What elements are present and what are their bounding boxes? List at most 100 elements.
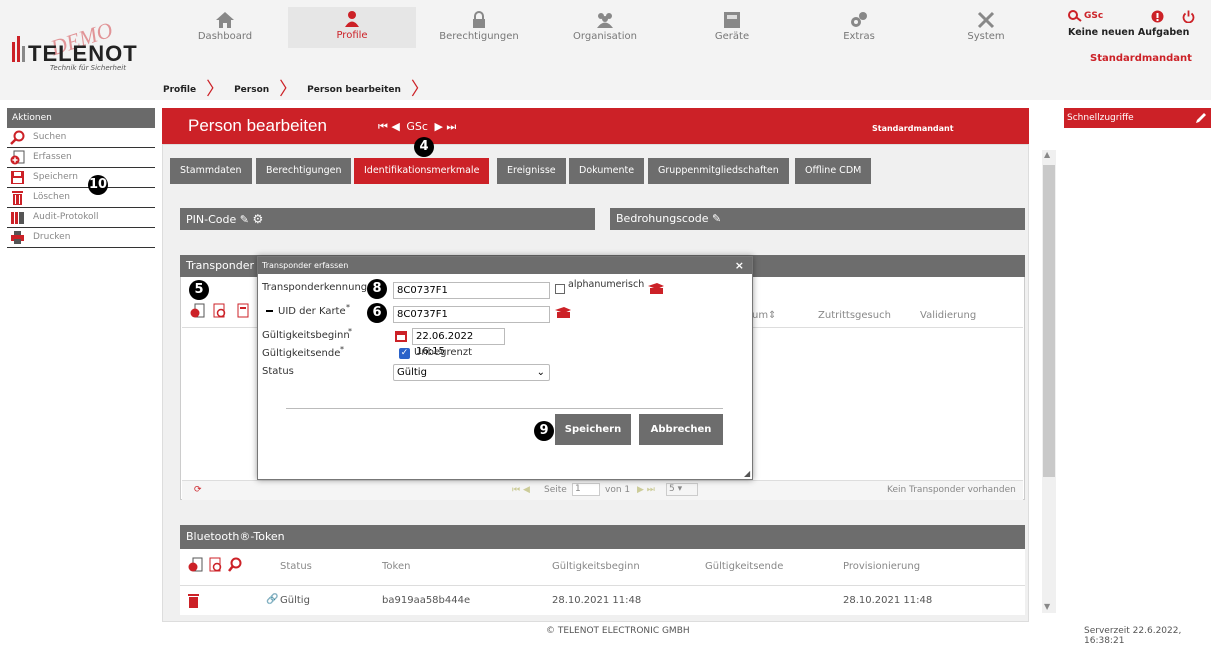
breadcrumb-person[interactable]: Person	[234, 85, 269, 95]
scroll-up-icon[interactable]: ▲	[1044, 150, 1050, 159]
power-icon[interactable]	[1182, 10, 1195, 23]
actions-sidebar: Aktionen Suchen Erfassen Speichern Lösch…	[7, 108, 155, 248]
save-button[interactable]: Speichern	[555, 414, 631, 445]
unlimited-checkbox[interactable]: ✓	[399, 348, 410, 359]
details-icon[interactable]	[237, 303, 249, 318]
collapse-icon[interactable]	[266, 310, 273, 312]
card-reader-icon[interactable]	[647, 282, 665, 295]
user-keys-icon[interactable]	[1068, 10, 1082, 22]
last-record-icon[interactable]: ⏭	[446, 120, 456, 133]
close-icon[interactable]: ×	[735, 257, 744, 274]
empty-message: Kein Transponder vorhanden	[887, 485, 1016, 495]
column-header[interactable]: Status	[280, 561, 312, 572]
nav-extras[interactable]: Extras	[795, 8, 923, 48]
column-header[interactable]: Provisionierung	[843, 561, 920, 572]
search-list-icon[interactable]	[209, 557, 222, 572]
token-id: ba919aa58b444e	[382, 595, 471, 606]
nav-system[interactable]: System	[922, 8, 1050, 48]
nav-profile[interactable]: Profile	[288, 7, 416, 48]
start-date-input[interactable]: 22.06.2022 16:15	[412, 328, 505, 357]
alert-icon[interactable]	[1151, 10, 1164, 23]
tab-gruppenmitgliedschaften[interactable]: Gruppenmitgliedschaften	[648, 158, 789, 184]
nav-label: Extras	[843, 31, 875, 42]
nav-dashboard[interactable]: Dashboard	[161, 8, 289, 48]
calendar-icon[interactable]	[394, 329, 408, 343]
table-row[interactable]: 🔗 Gültig ba919aa58b444e 28.10.2021 11:48…	[180, 585, 1025, 615]
column-header[interactable]: Token	[382, 561, 410, 572]
gear-icon[interactable]: ⚙	[252, 212, 263, 226]
marker-5: 5	[189, 280, 209, 300]
next-page-icon[interactable]: ▶ ⏭	[637, 485, 655, 495]
start-label: Gültigkeitsbeginn	[262, 330, 350, 341]
page-header: Person bearbeiten ⏮ ◀ GSc ▶ ⏭ Standardma…	[162, 108, 1029, 144]
divider	[286, 408, 723, 409]
sidebar-item-search[interactable]: Suchen	[7, 128, 155, 148]
column-header[interactable]: Zutrittsgesuch	[818, 310, 891, 321]
nav-devices[interactable]: Geräte	[668, 8, 796, 48]
transponder-pager: ⟳ ⏮ ◀ Seite 1 von 1 ▶ ⏭ 5 ▾ Kein Transpo…	[182, 480, 1023, 500]
breadcrumb-profile[interactable]: Profile	[163, 85, 196, 95]
user-area: GSc Keine neuen Aufgaben	[1068, 10, 1208, 50]
first-record-icon[interactable]: ⏮	[378, 120, 388, 133]
resize-handle-icon[interactable]: ◢	[744, 469, 750, 478]
sidebar-item-save[interactable]: Speichern	[7, 168, 155, 188]
bluetooth-toolbar	[188, 557, 242, 572]
sidebar-item-label: Löschen	[33, 192, 70, 202]
sidebar-item-create[interactable]: Erfassen	[7, 148, 155, 168]
refresh-icon[interactable]: ⟳	[194, 485, 202, 495]
page-size-select[interactable]: 5 ▾	[666, 483, 698, 496]
telenot-logo[interactable]: DEMO TELENOT Technik für Sicherheit	[10, 17, 150, 74]
dialog-title: Transponder erfassen	[262, 261, 349, 270]
transponder-input[interactable]: 8C0737F1	[393, 282, 550, 299]
column-header[interactable]: Gültigkeitsende	[705, 561, 783, 572]
card-reader-icon[interactable]	[554, 306, 572, 319]
scrollbar-thumb[interactable]	[1043, 165, 1055, 477]
tab-identifikationsmerkmale[interactable]: Identifikationsmerkmale	[354, 158, 490, 184]
edit-pencil-icon[interactable]	[1195, 112, 1207, 124]
first-page-icon[interactable]: ⏮ ◀	[512, 485, 530, 495]
required-mark: *	[346, 303, 350, 312]
add-icon[interactable]	[190, 303, 205, 318]
alphanumeric-checkbox[interactable]	[555, 284, 565, 294]
tab-ereignisse[interactable]: Ereignisse	[497, 158, 566, 184]
tab-dokumente[interactable]: Dokumente	[569, 158, 645, 184]
column-header[interactable]: um	[752, 310, 768, 321]
uid-label: UID der Karte	[278, 306, 346, 317]
search-list-icon[interactable]	[213, 303, 226, 318]
prev-record-icon[interactable]: ◀	[391, 120, 399, 133]
user-name[interactable]: GSc	[1084, 11, 1103, 21]
scroll-down-icon[interactable]: ▼	[1044, 602, 1050, 611]
nav-organisation[interactable]: Organisation	[541, 8, 669, 48]
add-icon[interactable]	[188, 557, 203, 572]
chevron-down-icon: ⌄	[536, 367, 545, 378]
tasks-status[interactable]: Keine neuen Aufgaben	[1068, 27, 1189, 38]
trash-icon[interactable]	[187, 593, 200, 608]
quick-access-header: Schnellzugriffe	[1064, 108, 1211, 128]
uid-input[interactable]: 8C0737F1	[393, 306, 550, 323]
transponder-toolbar	[190, 303, 249, 318]
edit-pencil-icon[interactable]: ✎	[240, 213, 249, 226]
sort-icon[interactable]: ⇕	[768, 310, 776, 321]
column-header[interactable]: Gültigkeitsbeginn	[552, 561, 640, 572]
sidebar-item-delete[interactable]: Löschen	[7, 188, 155, 208]
search-icon[interactable]	[228, 557, 242, 572]
header-mandant: Standardmandant	[872, 124, 954, 133]
page-input[interactable]: 1	[572, 483, 600, 496]
tab-stammdaten[interactable]: Stammdaten	[170, 158, 252, 184]
threat-code-title: Bedrohungscode	[616, 212, 709, 225]
status-value: Gültig	[397, 367, 427, 378]
nav-label: System	[967, 31, 1005, 42]
column-header[interactable]: Validierung	[920, 310, 976, 321]
sidebar-item-audit[interactable]: Audit-Protokoll	[7, 208, 155, 228]
token-status: Gültig	[280, 595, 310, 606]
status-select[interactable]: Gültig ⌄	[393, 364, 550, 381]
cancel-button[interactable]: Abbrechen	[639, 414, 723, 445]
tab-berechtigungen[interactable]: Berechtigungen	[256, 158, 352, 184]
tab-offline-cdm[interactable]: Offline CDM	[795, 158, 872, 184]
next-record-icon[interactable]: ▶	[434, 120, 442, 133]
mandant-label[interactable]: Standardmandant	[1090, 53, 1192, 64]
sidebar-item-print[interactable]: Drucken	[7, 228, 155, 248]
edit-pencil-icon[interactable]: ✎	[712, 212, 721, 225]
audit-icon	[11, 212, 24, 224]
nav-permissions[interactable]: Berechtigungen	[415, 8, 543, 48]
